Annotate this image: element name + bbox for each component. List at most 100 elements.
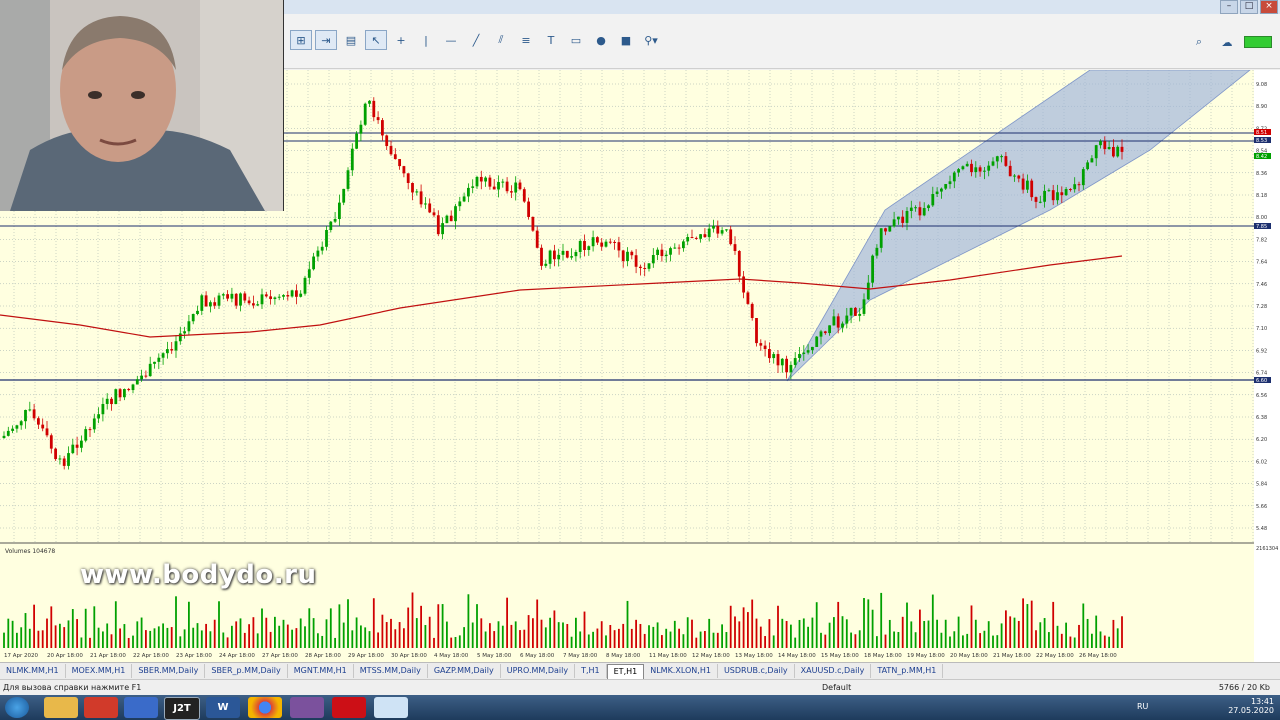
candle-body xyxy=(264,294,268,297)
candle-body xyxy=(505,181,509,192)
candle-body xyxy=(570,256,573,258)
candle-body xyxy=(750,303,754,319)
candle-body xyxy=(995,156,999,162)
mail-icon[interactable] xyxy=(84,697,118,718)
chart-shift-icon[interactable]: ⇥ xyxy=(315,30,337,50)
template-icon[interactable]: ▤ xyxy=(340,30,362,50)
candle-body xyxy=(1107,147,1111,150)
vertical-line-icon[interactable]: | xyxy=(415,30,437,50)
tab-upro-mm-daily[interactable]: UPRO.MM,Daily xyxy=(501,664,576,678)
chrome-icon[interactable] xyxy=(248,697,282,718)
tab-nlmk-xlon-h1[interactable]: NLMK.XLON,H1 xyxy=(644,664,718,678)
time-tick-label: 21 Apr 18:00 xyxy=(90,653,126,659)
candle-body xyxy=(1073,184,1077,190)
candle-body xyxy=(454,206,457,222)
tab-usdrub-daily[interactable]: USDRUB.c,Daily xyxy=(718,664,795,678)
time-tick-label: 13 May 18:00 xyxy=(735,653,773,659)
candle-body xyxy=(621,250,625,262)
candle-body xyxy=(376,117,380,121)
candle-body xyxy=(1000,156,1003,158)
folder-icon[interactable] xyxy=(44,697,78,718)
channel-icon[interactable]: ⫽ xyxy=(490,30,512,50)
tab-moex-mm-h1[interactable]: MOEX.MM,H1 xyxy=(66,664,133,678)
text-icon[interactable]: T xyxy=(540,30,562,50)
close-button[interactable]: × xyxy=(1260,0,1278,14)
rectangle-icon[interactable]: ■ xyxy=(615,30,637,50)
candle-body xyxy=(295,290,298,297)
tab-et-h1[interactable]: ET,H1 xyxy=(606,663,645,679)
time-tick-label: 22 May 18:00 xyxy=(1036,653,1074,659)
candle-body xyxy=(785,358,788,373)
tab-gazp-mm-daily[interactable]: GAZP.MM,Daily xyxy=(428,664,501,678)
horizontal-line-icon[interactable]: — xyxy=(440,30,462,50)
crosshair-icon[interactable]: + xyxy=(390,30,412,50)
trendline-icon[interactable]: ╱ xyxy=(465,30,487,50)
candle-body xyxy=(819,331,823,337)
notepad-icon[interactable] xyxy=(374,697,408,718)
candle-body xyxy=(1034,197,1038,202)
candle-body xyxy=(475,176,479,187)
candle-body xyxy=(664,254,668,257)
volume-scale-label: 2161304 xyxy=(1256,546,1278,552)
candle-body xyxy=(84,429,88,441)
candle-body xyxy=(952,172,956,182)
tab-sber-mm-daily[interactable]: SBER.MM,Daily xyxy=(132,664,206,678)
candle-body xyxy=(277,296,281,298)
maximize-button[interactable]: □ xyxy=(1240,0,1258,14)
candle-body xyxy=(862,299,866,314)
candle-body xyxy=(845,315,849,324)
candle-body xyxy=(522,189,526,202)
tab-mtss-mm-daily[interactable]: MTSS.MM,Daily xyxy=(354,664,428,678)
candle-body xyxy=(527,201,530,217)
candle-body xyxy=(656,249,659,256)
opera-icon[interactable] xyxy=(332,697,366,718)
windows-start-icon[interactable] xyxy=(5,697,29,718)
candle-body xyxy=(406,173,410,183)
candle-body xyxy=(342,188,346,203)
candle-body xyxy=(67,453,70,466)
tab-t-h1[interactable]: T,H1 xyxy=(575,664,607,678)
minimize-button[interactable]: – xyxy=(1220,0,1238,14)
tab-mgnt-mm-h1[interactable]: MGNT.MM,H1 xyxy=(288,664,354,678)
chat-icon[interactable]: ☁ xyxy=(1216,32,1238,52)
price-tick-label: 6.20 xyxy=(1256,437,1267,443)
zoom-fit-icon[interactable]: ⊞ xyxy=(290,30,312,50)
candle-body xyxy=(88,429,92,431)
tab-sber-p-mm-daily[interactable]: SBER_p.MM,Daily xyxy=(205,664,288,678)
j2t-app[interactable]: J2T xyxy=(164,697,200,720)
search-icon[interactable]: ⌕ xyxy=(1188,32,1210,52)
candle-body xyxy=(613,241,616,243)
fibonacci-icon[interactable]: ≡ xyxy=(515,30,537,50)
candle-body xyxy=(346,170,350,189)
price-tick-label: 6.38 xyxy=(1256,415,1267,421)
system-clock[interactable]: 13:41 27.05.2020 xyxy=(1228,697,1274,715)
candle-body xyxy=(1077,184,1081,186)
candle-body xyxy=(897,216,900,220)
ellipse-icon[interactable]: ● xyxy=(590,30,612,50)
candle-body xyxy=(393,154,397,160)
clock-time: 13:41 xyxy=(1250,697,1274,706)
candle-body xyxy=(174,341,178,351)
candle-body xyxy=(553,250,556,260)
tab-tatn-p-mm-h1[interactable]: TATN_p.MM,H1 xyxy=(871,664,944,678)
cursor-icon[interactable]: ↖ xyxy=(365,30,387,50)
language-indicator[interactable]: RU xyxy=(1137,702,1148,711)
candle-body xyxy=(841,323,844,328)
webcam-overlay xyxy=(0,0,284,211)
time-tick-label: 28 Apr 18:00 xyxy=(305,653,341,659)
candle-body xyxy=(75,444,79,448)
word-app[interactable]: W xyxy=(206,697,240,718)
viber-icon[interactable] xyxy=(290,697,324,718)
time-tick-label: 20 Apr 18:00 xyxy=(47,653,83,659)
candle-body xyxy=(217,295,221,306)
tab-nlmk-mm-h1[interactable]: NLMK.MM,H1 xyxy=(0,664,66,678)
tab-xauusd-daily[interactable]: XAUUSD.c,Daily xyxy=(795,664,872,678)
save-icon[interactable] xyxy=(124,697,158,718)
shapes-dropdown-icon[interactable]: ⚲▾ xyxy=(640,30,662,50)
candle-body xyxy=(802,352,806,354)
candle-body xyxy=(669,248,672,255)
candle-body xyxy=(510,191,513,193)
label-icon[interactable]: ▭ xyxy=(565,30,587,50)
candle-body xyxy=(871,255,874,283)
candle-body xyxy=(256,304,260,306)
